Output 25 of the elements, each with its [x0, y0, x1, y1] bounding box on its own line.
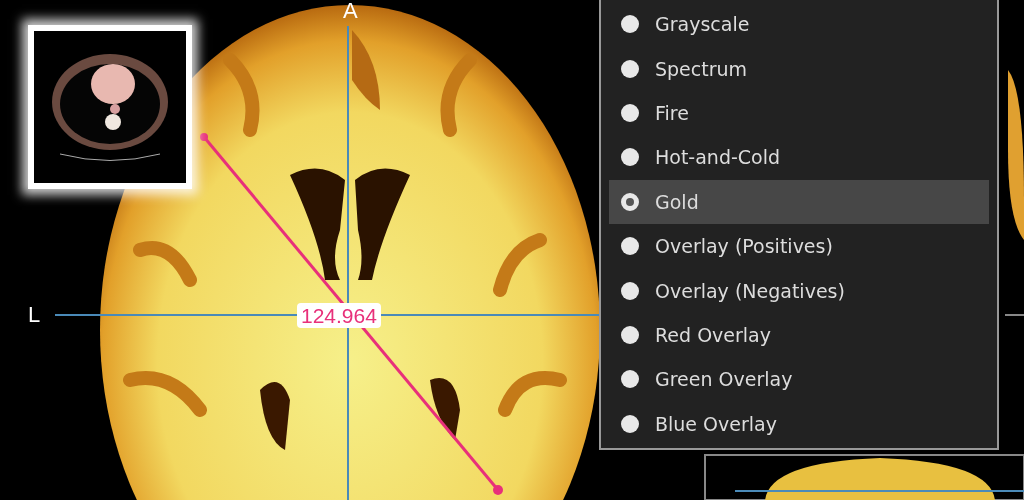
thumbnail-frame[interactable]	[28, 25, 192, 189]
color-map-option[interactable]: Grayscale	[609, 2, 989, 47]
measurement-value: 124.964	[297, 303, 381, 329]
radio-button[interactable]	[621, 414, 639, 433]
measurement-line[interactable]	[200, 133, 503, 495]
color-map-option[interactable]: Blue Overlay	[609, 401, 989, 447]
radio-button[interactable]	[621, 104, 639, 122]
color-map-option[interactable]: Red Overlay	[609, 312, 989, 358]
radio-button[interactable]	[621, 15, 639, 34]
radio-button[interactable]	[621, 192, 639, 211]
radio-button[interactable]	[621, 237, 639, 256]
orientation-label: L	[28, 304, 41, 326]
color-map-option[interactable]: Hot-and-Cold	[609, 135, 989, 180]
color-map-option[interactable]: Gold	[609, 179, 989, 225]
color-map-option[interactable]: Overlay (Negatives)	[609, 268, 989, 313]
color-map-option[interactable]: Overlay (Positives)	[609, 224, 989, 269]
radio-button[interactable]	[621, 281, 639, 300]
color-map-option[interactable]: Spectrum	[609, 46, 989, 91]
radio-button[interactable]	[621, 59, 639, 78]
color-map-option[interactable]: Fire	[609, 90, 989, 136]
radio-button[interactable]	[621, 148, 639, 167]
color-map-option[interactable]: Green Overlay	[609, 357, 989, 402]
radio-button[interactable]	[621, 370, 639, 389]
radio-button[interactable]	[621, 326, 639, 345]
orientation-label: A	[343, 0, 358, 22]
